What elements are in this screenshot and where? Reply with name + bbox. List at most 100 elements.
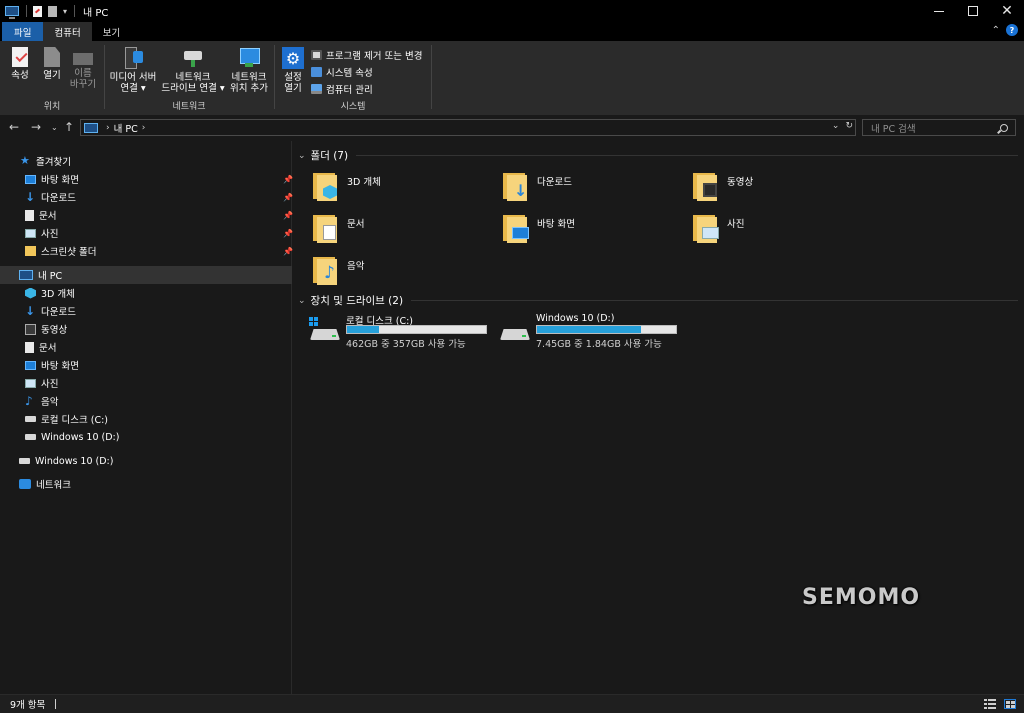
sidebar-item-windows10-d[interactable]: Windows 10 (D:)	[0, 428, 292, 446]
chevron-down-icon[interactable]: ⌄	[298, 296, 306, 306]
computer-management-button[interactable]: 컴퓨터 관리	[311, 80, 422, 97]
address-history-chevron-icon[interactable]: ⌄	[832, 121, 840, 131]
system-properties-button[interactable]: 시스템 속성	[311, 63, 422, 80]
properties-icon	[12, 47, 28, 67]
new-folder-quick-icon[interactable]	[48, 5, 57, 17]
downloads-folder-icon: ↓	[503, 171, 529, 201]
ribbon-divider	[431, 45, 432, 109]
details-view-icon[interactable]	[984, 699, 996, 709]
customize-toolbar-dropdown-icon[interactable]: ▾	[63, 7, 67, 16]
tab-file[interactable]: 파일	[2, 22, 44, 41]
breadcrumb-chevron-icon[interactable]: ›	[106, 123, 110, 133]
tab-computer[interactable]: 컴퓨터	[43, 22, 92, 41]
open-button[interactable]: 열기	[38, 45, 66, 81]
add-network-location-button[interactable]: 네트워크 위치 추가	[227, 45, 271, 94]
breadcrumb-chevron-icon[interactable]: ›	[142, 123, 146, 133]
up-arrow-icon[interactable]: ↑	[64, 120, 74, 134]
folder-item-pictures[interactable]: 사진	[693, 213, 744, 243]
folders-group-title: 폴더 (7)	[310, 150, 349, 162]
refresh-icon[interactable]: ↻	[845, 121, 853, 131]
sidebar-item-quick-access[interactable]: ★ 즐겨찾기	[0, 152, 292, 170]
chevron-down-icon[interactable]: ⌄	[298, 151, 306, 161]
sidebar-item-label: 바탕 화면	[41, 361, 79, 372]
sidebar-item-screenshot-folder[interactable]: 스크린샷 폴더 📌	[0, 242, 293, 260]
sidebar-item-music[interactable]: ♪ 음악	[0, 392, 292, 410]
ribbon-group-label: 위치	[43, 102, 61, 112]
sidebar-item-downloads[interactable]: ↓ 다운로드	[0, 302, 292, 320]
drive-name: Windows 10 (D:)	[536, 313, 615, 324]
search-icon[interactable]	[1000, 123, 1008, 132]
3d-objects-icon	[25, 287, 36, 299]
folder-item-3d-objects[interactable]: 3D 개체	[313, 171, 381, 201]
ribbon: 속성 열기 이름 바꾸기 위치 미디어 서버 연결 ▾ 네트워크 드라이브 연결…	[0, 41, 1024, 115]
folder-item-desktop[interactable]: 바탕 화면	[503, 213, 575, 243]
properties-button[interactable]: 속성	[6, 45, 34, 81]
open-settings-button[interactable]: ⚙ 설정 열기	[279, 45, 307, 94]
sidebar-item-label: Windows 10 (D:)	[41, 431, 120, 443]
sidebar-item-pictures[interactable]: 사진 📌	[0, 224, 293, 242]
sidebar-item-this-pc[interactable]: 내 PC	[0, 266, 292, 284]
folder-item-downloads[interactable]: ↓ 다운로드	[503, 171, 572, 201]
folder-item-documents[interactable]: 문서	[313, 213, 364, 243]
help-icon[interactable]: ?	[1006, 24, 1018, 36]
rename-button[interactable]: 이름 바꾸기	[66, 45, 100, 90]
back-arrow-icon[interactable]: ←	[9, 120, 19, 134]
this-pc-icon	[84, 122, 98, 133]
collapse-ribbon-icon[interactable]: ⌃	[992, 25, 1000, 36]
pictures-icon	[25, 228, 36, 238]
recent-locations-chevron-icon[interactable]: ⌄	[51, 123, 58, 132]
drive-item-local-disk-c[interactable]: 로컬 디스크 (C:) 462GB 중 357GB 사용 가능	[308, 313, 487, 350]
search-input[interactable]: 내 PC 검색	[863, 121, 1000, 135]
uninstall-program-button[interactable]: 프로그램 제거 또는 변경	[311, 46, 422, 63]
download-icon: ↓	[25, 303, 36, 318]
properties-quick-icon[interactable]	[33, 5, 42, 17]
minimize-button[interactable]	[922, 0, 956, 22]
group-divider	[411, 300, 1018, 301]
folder-item-music[interactable]: ♪ 음악	[313, 255, 364, 285]
music-icon: ♪	[25, 393, 33, 408]
sidebar-item-label: 로컬 디스크 (C:)	[41, 415, 108, 426]
sidebar-item-label: 내 PC	[38, 271, 63, 282]
search-box[interactable]: 내 PC 검색	[862, 119, 1016, 136]
sidebar-item-documents[interactable]: 문서	[0, 338, 292, 356]
sidebar-item-pictures[interactable]: 사진	[0, 374, 292, 392]
forward-arrow-icon[interactable]: →	[31, 120, 41, 134]
ribbon-group-label: 시스템	[340, 102, 366, 112]
sidebar-item-3d-objects[interactable]: 3D 개체	[0, 284, 292, 302]
navigation-bar: ← → ⌄ ↑ › 내 PC › ⌄ ↻ 내 PC 검색	[0, 115, 1024, 140]
drive-usage-bar	[536, 325, 677, 334]
ribbon-group-label: 네트워크	[172, 102, 206, 112]
sidebar-item-network[interactable]: 네트워크	[0, 475, 292, 493]
sidebar-item-documents[interactable]: 문서 📌	[0, 206, 293, 224]
sidebar-item-downloads[interactable]: ↓ 다운로드 📌	[0, 188, 293, 206]
videos-icon	[25, 323, 36, 335]
close-button[interactable]: ✕	[990, 0, 1024, 22]
rename-label-line1: 이름	[74, 68, 92, 79]
folder-name: 사진	[727, 219, 745, 230]
drive-item-windows10-d[interactable]: Windows 10 (D:) 7.45GB 중 1.84GB 사용 가능	[498, 313, 677, 350]
drive-usage-fill	[537, 326, 642, 333]
drives-group-header[interactable]: ⌄ 장치 및 드라이브 (2)	[298, 293, 1018, 308]
pin-icon: 📌	[283, 246, 293, 256]
folders-group-header[interactable]: ⌄ 폴더 (7)	[298, 148, 1018, 163]
large-icons-view-icon[interactable]	[1004, 699, 1016, 709]
pin-icon: 📌	[283, 192, 293, 202]
sidebar-item-desktop[interactable]: 바탕 화면 📌	[0, 170, 293, 188]
folder-name: 음악	[347, 261, 365, 272]
folder-item-videos[interactable]: 동영상	[693, 171, 753, 201]
sidebar-item-local-disk-c[interactable]: 로컬 디스크 (C:)	[0, 410, 292, 428]
sidebar-item-label: 동영상	[41, 325, 68, 336]
map-network-drive-button[interactable]: 네트워크 드라이브 연결 ▾	[159, 45, 227, 94]
address-bar[interactable]: › 내 PC › ⌄ ↻	[80, 119, 856, 136]
sidebar-item-desktop[interactable]: 바탕 화면	[0, 356, 292, 374]
maximize-button[interactable]	[956, 0, 990, 22]
breadcrumb-this-pc[interactable]: 내 PC	[114, 121, 138, 135]
open-icon	[44, 47, 60, 67]
tab-view[interactable]: 보기	[92, 22, 131, 41]
sidebar-item-videos[interactable]: 동영상	[0, 320, 292, 338]
media-server-button[interactable]: 미디어 서버 연결 ▾	[107, 45, 159, 94]
drive-icon	[19, 458, 30, 464]
sidebar-item-usb-drive-d[interactable]: Windows 10 (D:)	[0, 452, 292, 470]
computer-management-label: 컴퓨터 관리	[326, 84, 373, 96]
open-label: 열기	[43, 70, 61, 81]
